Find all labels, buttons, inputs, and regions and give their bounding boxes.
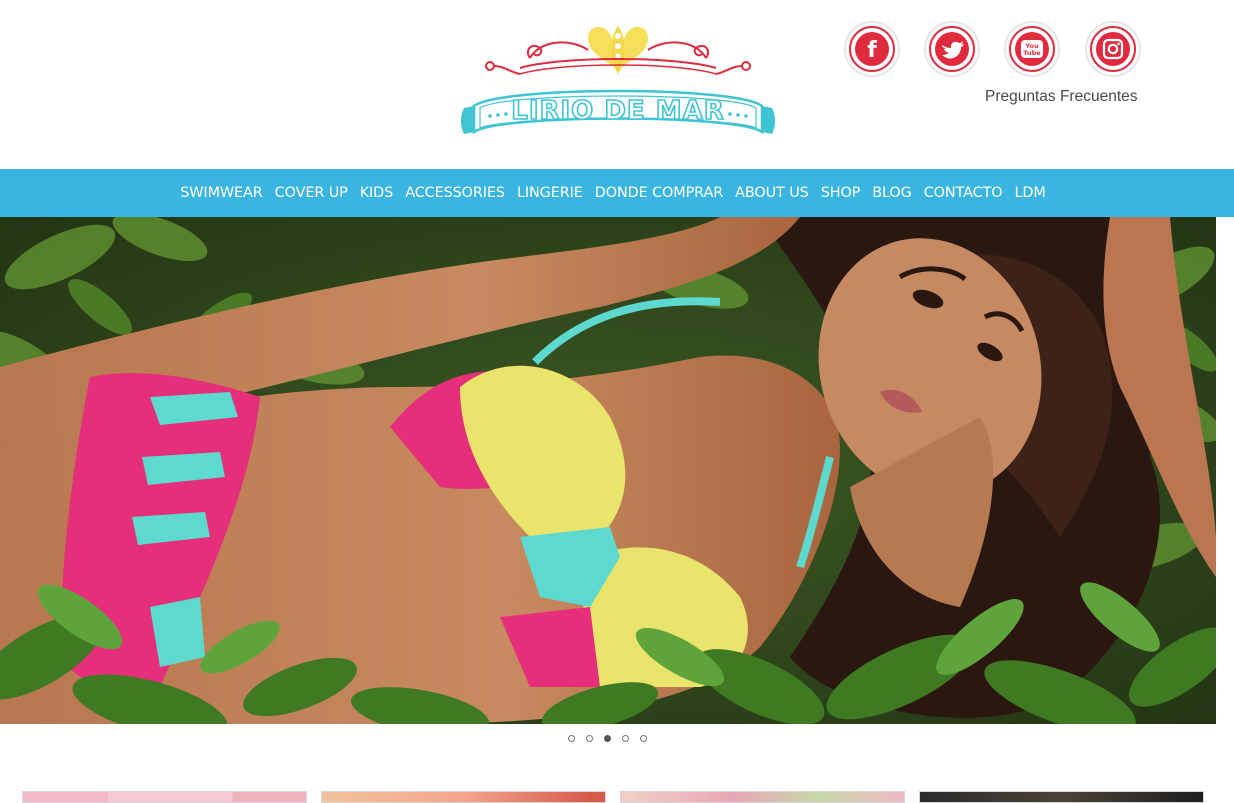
logo-text: LIRIO DE MAR (511, 96, 725, 126)
svg-text:Tube: Tube (1023, 49, 1041, 57)
nav-item-about-us[interactable]: ABOUT US (735, 185, 809, 201)
thumbnail-3[interactable] (620, 791, 905, 803)
instagram-link[interactable] (1082, 20, 1144, 78)
main-nav: SWIMWEAR COVER UP KIDS ACCESSORIES LINGE… (0, 169, 1234, 217)
lirio-de-mar-logo[interactable]: LIRIO DE MAR (460, 20, 776, 150)
site-header: LIRIO DE MAR f You Tube Preguntas Frecue… (0, 0, 1234, 169)
thumbnail-4[interactable] (919, 791, 1204, 803)
nav-item-donde-comprar[interactable]: DONDE COMPRAR (595, 185, 723, 201)
youtube-icon: You Tube (1004, 21, 1060, 77)
slider-dot-1[interactable] (568, 735, 575, 742)
youtube-link[interactable]: You Tube (1001, 20, 1063, 78)
nav-item-contacto[interactable]: CONTACTO (924, 185, 1003, 201)
nav-item-lingerie[interactable]: LINGERIE (517, 185, 583, 201)
instagram-icon (1085, 21, 1141, 77)
slider-dot-5[interactable] (640, 735, 647, 742)
slider-dot-4[interactable] (622, 735, 629, 742)
nav-item-accessories[interactable]: ACCESSORIES (405, 185, 505, 201)
thumbnail-1[interactable] (22, 791, 307, 803)
faq-link[interactable]: Preguntas Frecuentes (985, 88, 1138, 106)
twitter-link[interactable] (921, 20, 983, 78)
slider-dot-3[interactable] (604, 735, 611, 742)
hero-image (0, 217, 1216, 724)
twitter-icon (924, 21, 980, 77)
nav-item-swimwear[interactable]: SWIMWEAR (180, 185, 262, 201)
slider-dot-2[interactable] (586, 735, 593, 742)
logo-graphic: LIRIO DE MAR (461, 26, 775, 135)
facebook-link[interactable]: f (841, 20, 903, 78)
hero-slider[interactable] (0, 217, 1216, 724)
nav-item-ldm[interactable]: LDM (1015, 185, 1046, 201)
nav-item-blog[interactable]: BLOG (872, 185, 912, 201)
nav-item-cover-up[interactable]: COVER UP (275, 185, 348, 201)
nav-item-shop[interactable]: SHOP (821, 185, 861, 201)
nav-item-kids[interactable]: KIDS (360, 185, 394, 201)
facebook-icon: f (844, 21, 900, 77)
thumbnail-2[interactable] (321, 791, 606, 803)
svg-text:f: f (867, 38, 877, 63)
slider-pagination (568, 735, 647, 742)
